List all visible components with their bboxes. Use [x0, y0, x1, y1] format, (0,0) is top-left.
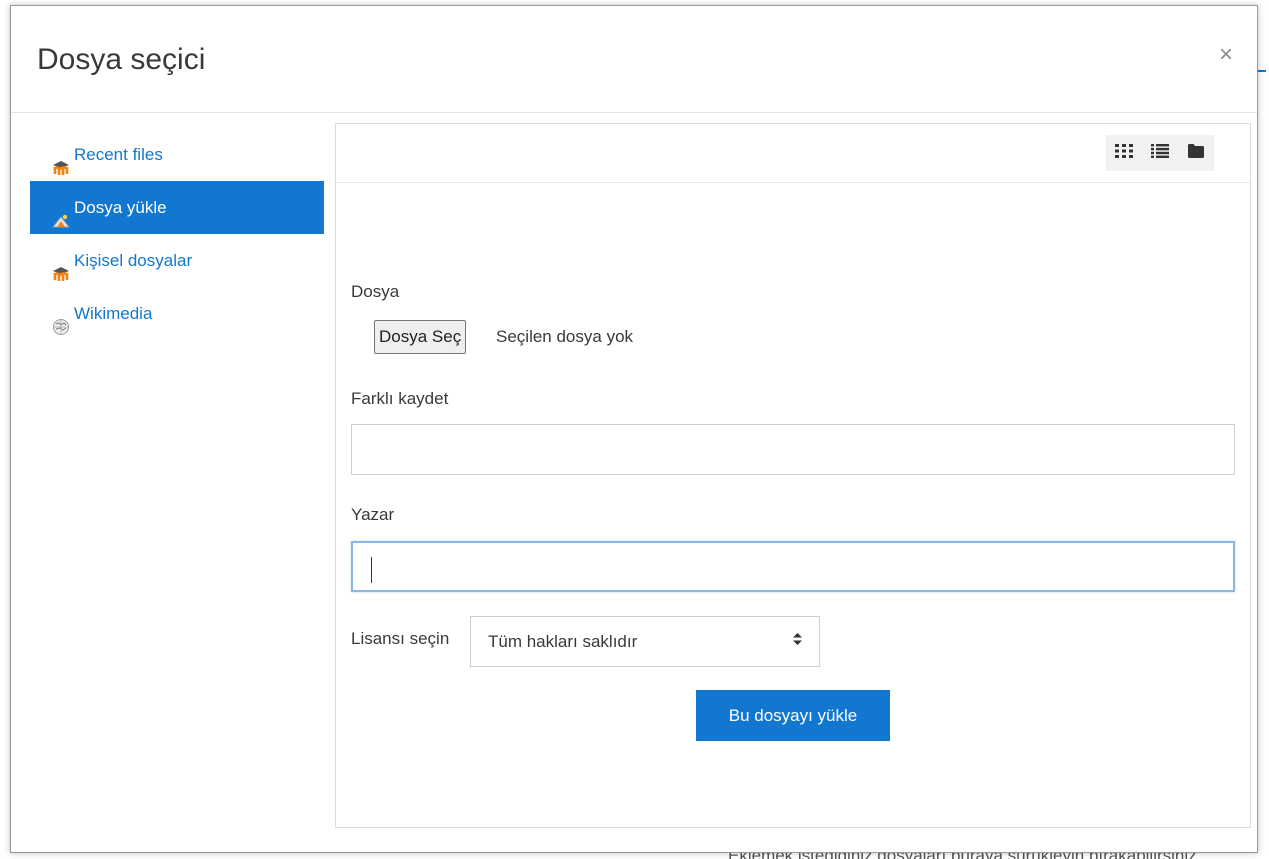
- close-button[interactable]: ×: [1211, 40, 1241, 70]
- select-arrows-icon: [793, 617, 802, 666]
- sidebar-item-upload[interactable]: Dosya yükle: [30, 181, 324, 234]
- text-caret: [371, 557, 372, 583]
- sidebar-item-private-files[interactable]: Kişisel dosyalar: [30, 234, 324, 287]
- sidebar-item-wikimedia[interactable]: Wikimedia: [30, 287, 324, 340]
- grid-view-button[interactable]: [1106, 135, 1142, 171]
- choose-file-button[interactable]: Dosya Seç: [374, 320, 467, 354]
- save-as-input[interactable]: [351, 424, 1235, 475]
- license-selected-value: Tüm hakları saklıdır: [488, 632, 638, 651]
- sidebar-item-label: Kişisel dosyalar: [74, 251, 193, 270]
- author-label: Yazar: [351, 505, 395, 524]
- view-switcher: [1106, 135, 1214, 171]
- file-label: Dosya: [351, 282, 400, 301]
- moodle-hat-icon: [52, 145, 70, 175]
- sidebar-item-label: Dosya yükle: [74, 198, 167, 217]
- close-icon: ×: [1218, 41, 1233, 68]
- save-as-label: Farklı kaydet: [351, 389, 449, 408]
- upload-file-button[interactable]: Bu dosyayı yükle: [696, 690, 890, 741]
- upload-cloud-icon: [51, 198, 71, 228]
- repository-sidebar: Recent files Dosya yükle Kişisel dosyala…: [30, 128, 324, 340]
- panel-toolbar: [336, 124, 1250, 183]
- wikimedia-globe-icon: [52, 304, 70, 335]
- folder-view-icon: [1188, 143, 1204, 163]
- license-select[interactable]: Tüm hakları saklıdır: [470, 616, 820, 667]
- list-view-icon: [1151, 143, 1169, 163]
- sidebar-item-label: Wikimedia: [74, 304, 153, 323]
- dialog-title: Dosya seçici: [37, 43, 206, 76]
- no-file-chosen-text: Seçilen dosya yok: [496, 327, 634, 346]
- file-picker-dialog: Dosya seçici × Recent files Dosya yükle …: [10, 5, 1258, 853]
- upload-panel: Dosya Dosya Seç Seçilen dosya yok Farklı…: [335, 123, 1251, 828]
- background-divider: [1258, 70, 1266, 72]
- author-input[interactable]: [351, 541, 1235, 592]
- folder-view-button[interactable]: [1178, 135, 1214, 171]
- sidebar-item-label: Recent files: [74, 145, 163, 164]
- list-view-button[interactable]: [1142, 135, 1178, 171]
- dialog-header: Dosya seçici ×: [11, 6, 1257, 113]
- license-label: Lisansı seçin: [351, 629, 450, 648]
- grid-view-icon: [1115, 143, 1133, 163]
- sidebar-item-recent-files[interactable]: Recent files: [30, 128, 324, 181]
- moodle-hat-icon: [52, 251, 70, 281]
